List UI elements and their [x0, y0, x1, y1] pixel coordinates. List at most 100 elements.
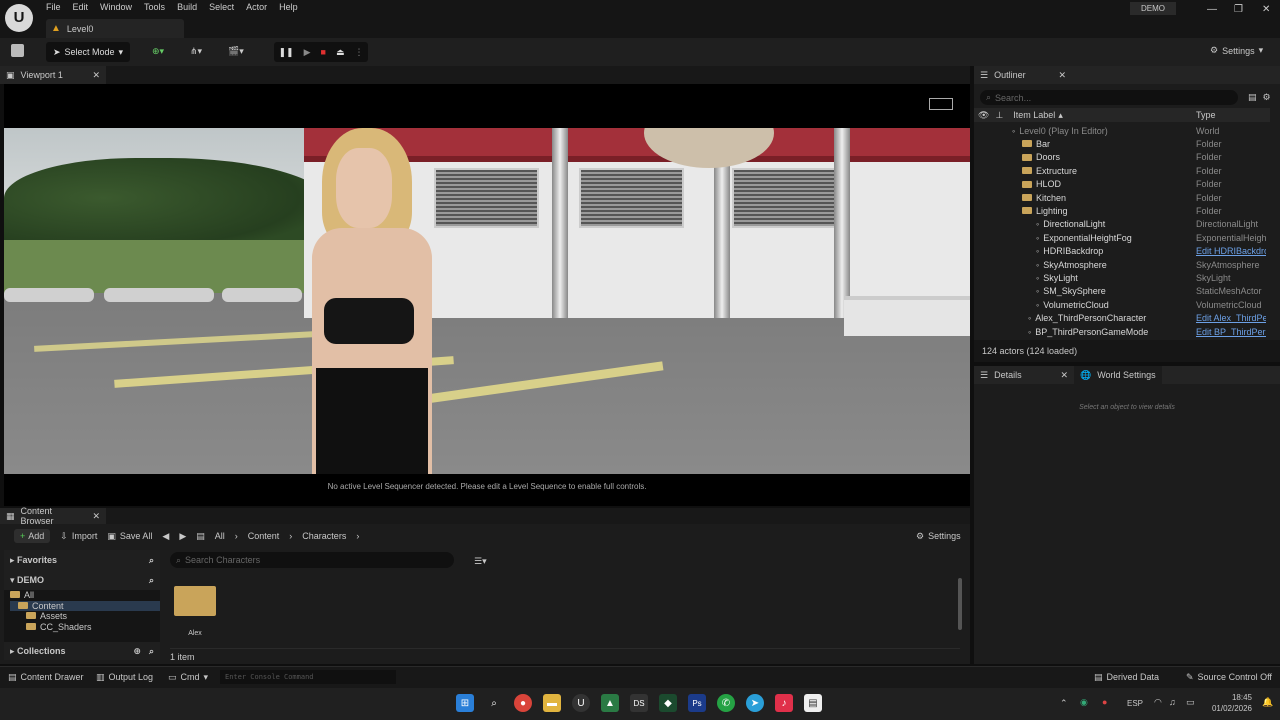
- tab-details[interactable]: ☰ Details ✕: [974, 366, 1074, 384]
- eject-icon[interactable]: ⏏: [336, 47, 345, 58]
- tree-item-all[interactable]: All: [10, 590, 160, 601]
- collections-header[interactable]: ▸ Collections ⊕ ⌕: [4, 642, 160, 660]
- select-mode-button[interactable]: ➤ Select Mode ▾: [46, 42, 130, 62]
- settings-button[interactable]: ⚙ Settings ▾: [1210, 45, 1263, 56]
- stop-icon[interactable]: ■: [321, 47, 326, 57]
- col-item-label[interactable]: Item Label: [1013, 110, 1055, 120]
- tab-outliner[interactable]: ☰ Outliner ✕: [974, 66, 1072, 84]
- menu-select[interactable]: Select: [203, 2, 240, 13]
- forward-icon[interactable]: ▶: [179, 531, 186, 542]
- outliner-row-type[interactable]: Edit Alex_ThirdPer: [1196, 313, 1266, 323]
- pause-icon[interactable]: ❚❚: [279, 47, 294, 58]
- content-drawer-button[interactable]: ▤ Content Drawer: [8, 672, 84, 683]
- gear-icon[interactable]: ⚙: [1263, 92, 1271, 103]
- outliner-row[interactable]: Extructure Folder: [974, 164, 1264, 177]
- step-icon[interactable]: ▶: [304, 47, 311, 58]
- breadcrumb-all[interactable]: All: [215, 531, 225, 541]
- layout-icon[interactable]: [929, 98, 953, 110]
- level-tab[interactable]: ▲ Level0: [46, 19, 184, 38]
- close-tab-icon[interactable]: ✕: [1058, 70, 1066, 81]
- filter-icon[interactable]: ☰▾: [474, 556, 487, 567]
- outliner-row-type[interactable]: Edit HDRIBackdro: [1196, 246, 1266, 256]
- outliner-row[interactable]: ◦ Level0 (Play In Editor) World: [974, 124, 1264, 137]
- viewport[interactable]: No active Level Sequencer detected. Plea…: [4, 84, 970, 506]
- app-icon[interactable]: ◆: [659, 694, 677, 712]
- chevron-up-icon[interactable]: ⌃: [1060, 698, 1068, 709]
- add-button[interactable]: + Add: [14, 529, 51, 543]
- music-icon[interactable]: ♪: [775, 694, 793, 712]
- outliner-row-type[interactable]: Edit BP_ThirdPers: [1196, 327, 1266, 337]
- close-tab-icon[interactable]: ✕: [1060, 370, 1068, 381]
- breadcrumb-content[interactable]: Content: [248, 531, 280, 541]
- outliner-row[interactable]: ◦ Alex_ThirdPersonCharacter Edit Alex_Thir…: [974, 312, 1266, 325]
- tab-content-browser[interactable]: ▦ Content Browser ✕: [0, 506, 106, 526]
- wifi-icon[interactable]: ◠: [1154, 697, 1162, 708]
- outliner-row[interactable]: Doors Folder: [974, 151, 1264, 164]
- menu-actor[interactable]: Actor: [240, 2, 273, 13]
- add-collection-icon[interactable]: ⊕: [133, 646, 141, 657]
- outliner-row[interactable]: Kitchen Folder: [974, 191, 1264, 204]
- outliner-search-input[interactable]: ⌕ Search...: [980, 90, 1238, 105]
- nvidia-icon[interactable]: ▲: [601, 694, 619, 712]
- clock[interactable]: 18:45 01/02/2026: [1210, 692, 1252, 714]
- derived-data-button[interactable]: ▤ Derived Data: [1094, 672, 1159, 683]
- tree-item-assets[interactable]: Assets: [10, 611, 160, 622]
- outliner-row[interactable]: ◦ SkyLight SkyLight: [974, 271, 1264, 284]
- maximize-icon[interactable]: ❐: [1234, 4, 1243, 15]
- col-type[interactable]: Type: [1196, 110, 1216, 120]
- tab-viewport[interactable]: ▣ Viewport 1 ✕: [0, 66, 106, 84]
- blueprint-icon[interactable]: ⋔▾: [190, 46, 202, 57]
- output-log-button[interactable]: ▥ Output Log: [96, 672, 153, 683]
- search-icon[interactable]: ⌕: [149, 646, 154, 657]
- search-icon[interactable]: ⌕: [485, 694, 503, 712]
- outliner-row[interactable]: HLOD Folder: [974, 178, 1264, 191]
- search-icon[interactable]: ⌕: [149, 555, 154, 566]
- outliner-row[interactable]: ◦ VolumetricCloud VolumetricCloud: [974, 298, 1264, 311]
- console-input[interactable]: Enter Console Command: [220, 670, 396, 684]
- outliner-row[interactable]: Bar Folder: [974, 137, 1264, 150]
- pin-icon[interactable]: ⊥: [995, 110, 1003, 121]
- breadcrumb-characters[interactable]: Characters: [302, 531, 346, 541]
- close-tab-icon[interactable]: ✕: [92, 70, 100, 81]
- menu-help[interactable]: Help: [273, 2, 304, 13]
- file-explorer-icon[interactable]: ▬: [543, 694, 561, 712]
- photoshop-icon[interactable]: Ps: [688, 694, 706, 712]
- outliner-row[interactable]: ◦ SkyAtmosphere SkyAtmosphere: [974, 258, 1264, 271]
- outliner-row[interactable]: ◦ HDRIBackdrop Edit HDRIBackdro: [974, 245, 1266, 258]
- language-indicator[interactable]: ESP: [1127, 699, 1143, 708]
- unreal-logo-icon[interactable]: U: [5, 4, 33, 32]
- more-options-icon[interactable]: ⋮: [354, 47, 363, 58]
- import-button[interactable]: ⇩ Import: [60, 531, 97, 542]
- whatsapp-icon[interactable]: ✆: [717, 694, 735, 712]
- unreal-engine-icon[interactable]: U: [572, 694, 590, 712]
- close-tab-icon[interactable]: ✕: [92, 511, 100, 522]
- back-icon[interactable]: ◀: [162, 531, 169, 542]
- menu-window[interactable]: Window: [94, 2, 138, 13]
- content-settings-button[interactable]: ⚙ Settings: [916, 531, 961, 542]
- notification-icon[interactable]: 🔔: [1262, 697, 1273, 708]
- search-icon[interactable]: ⌕: [149, 575, 154, 586]
- save-icon[interactable]: [11, 44, 24, 57]
- battery-icon[interactable]: ▭: [1186, 697, 1195, 708]
- cmd-dropdown[interactable]: ▭ Cmd ▾: [168, 672, 208, 683]
- telegram-icon[interactable]: ➤: [746, 694, 764, 712]
- volume-icon[interactable]: ♫: [1169, 697, 1176, 707]
- eye-icon[interactable]: 👁: [978, 110, 989, 121]
- tray-app-icon[interactable]: ◉: [1080, 697, 1088, 708]
- outliner-row[interactable]: Lighting Folder: [974, 204, 1264, 217]
- content-search-input[interactable]: ⌕ Search Characters: [170, 552, 454, 568]
- menu-build[interactable]: Build: [171, 2, 203, 13]
- tab-world-settings[interactable]: 🌐 World Settings: [1074, 366, 1162, 384]
- menu-file[interactable]: File: [40, 2, 67, 13]
- close-icon[interactable]: ✕: [1262, 4, 1270, 15]
- daz-studio-icon[interactable]: DS: [630, 694, 648, 712]
- outliner-row[interactable]: ◦ SM_SkySphere StaticMeshActor: [974, 285, 1264, 298]
- project-header[interactable]: ▾ DEMO ⌕: [4, 570, 160, 590]
- favorites-header[interactable]: ▸ Favorites ⌕: [4, 550, 160, 570]
- start-icon[interactable]: ⊞: [456, 694, 474, 712]
- folder-asset-icon[interactable]: [174, 586, 216, 616]
- tree-item-content[interactable]: Content: [10, 600, 160, 611]
- save-all-button[interactable]: ▣ Save All: [107, 531, 152, 542]
- menu-tools[interactable]: Tools: [138, 2, 171, 13]
- mic-icon[interactable]: ●: [1102, 697, 1107, 707]
